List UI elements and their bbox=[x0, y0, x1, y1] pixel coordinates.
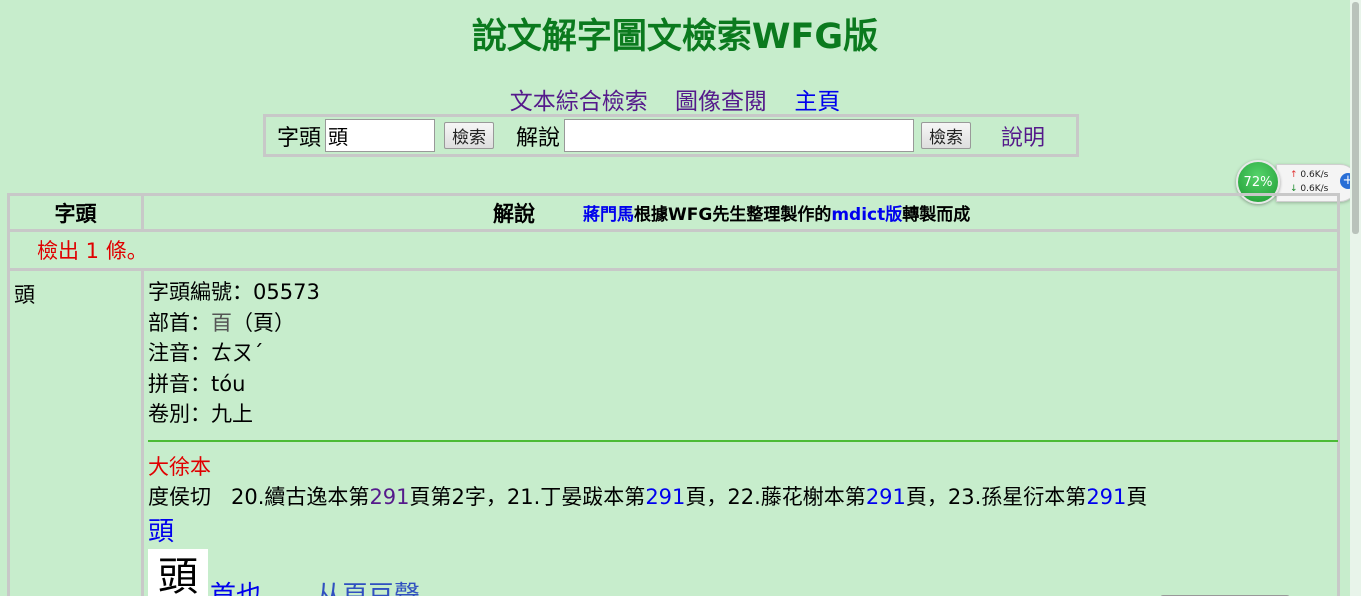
fanqie: 度侯切 bbox=[148, 485, 211, 509]
credit-middle: 根據WFG先生整理製作的 bbox=[634, 205, 832, 225]
ref2-page-link[interactable]: 291 bbox=[645, 485, 685, 509]
arrow-up-icon: ↑ bbox=[1290, 170, 1298, 180]
nav-text-search-link[interactable]: 文本綜合檢索 bbox=[510, 89, 648, 115]
results-table: 字頭 解說 蔣門馬根據WFG先生整理製作的mdict版轉製而成 檢出 1 條。 … bbox=[7, 193, 1340, 596]
divider bbox=[148, 439, 1338, 442]
ref4-text: 23.孫星衍本第 bbox=[947, 485, 1087, 509]
credit-mdict-link[interactable]: mdict版 bbox=[831, 205, 902, 225]
top-navigation: 文本綜合檢索 圖像查閱 主頁 bbox=[0, 82, 1350, 116]
ref1-page-link[interactable]: 291 bbox=[369, 485, 409, 509]
entry-radical-line: 部首：𦣻（頁） bbox=[148, 308, 1337, 339]
ref2-suffix: 頁， bbox=[685, 485, 728, 509]
entry-explanation: 字頭編號：05573 部首：𦣻（頁） 注音：ㄊㄡˊ 拼音：tóu 卷別：九上 大… bbox=[144, 271, 1338, 596]
radical-label: 部首： bbox=[148, 310, 211, 335]
entry-volume-line: 卷別：九上 bbox=[148, 399, 1337, 430]
ref4-page-link[interactable]: 291 bbox=[1086, 485, 1126, 509]
credit-line: 蔣門馬根據WFG先生整理製作的mdict版轉製而成 bbox=[583, 200, 970, 225]
ref1-text: 20.續古逸本第 bbox=[231, 485, 370, 509]
pinyin-value: tóu bbox=[211, 371, 246, 396]
help-link[interactable]: 說明 bbox=[1001, 120, 1045, 152]
column-header-explanation: 解說 蔣門馬根據WFG先生整理製作的mdict版轉製而成 bbox=[144, 196, 1337, 232]
search-form: 字頭 檢索 解說 檢索 說明 bbox=[263, 114, 1079, 157]
head-search-input[interactable] bbox=[325, 119, 436, 152]
gloss-part2: 从頁豆聲。 bbox=[316, 580, 447, 596]
page: 說文解字圖文檢索WFG版 文本綜合檢索 圖像查閱 主頁 字頭 檢索 解說 檢索 … bbox=[0, 0, 1361, 596]
result-count: 檢出 1 條。 bbox=[10, 232, 1337, 271]
gloss-part1: 首也。 bbox=[210, 580, 289, 596]
entry-zhuyin-line: 注音：ㄊㄡˊ bbox=[148, 338, 1337, 369]
glyph-row: 頭首也。 从頁豆聲。 bbox=[148, 548, 1337, 596]
code-value: 05573 bbox=[253, 280, 320, 304]
explanation-search-label: 解說 bbox=[516, 125, 561, 151]
radical-paren: （頁） bbox=[232, 310, 295, 335]
upload-speed-value: 0.6K/s bbox=[1300, 170, 1329, 180]
head-search-label: 字頭 bbox=[277, 125, 322, 151]
references-line: 度侯切 20.續古逸本第291頁第2字，21.丁晏跋本第291頁，22.藤花榭本… bbox=[148, 482, 1337, 513]
nav-home-link[interactable]: 主頁 bbox=[794, 89, 840, 115]
ref2-text: 21.丁晏跋本第 bbox=[506, 485, 646, 509]
nav-image-browse-link[interactable]: 圖像查閱 bbox=[675, 89, 767, 115]
column-header-explanation-label: 解說 bbox=[493, 201, 535, 226]
vertical-scrollbar[interactable] bbox=[1350, 0, 1361, 596]
zhuyin-label: 注音： bbox=[148, 341, 211, 365]
gloss-text: 首也。 从頁豆聲。 bbox=[210, 575, 446, 596]
code-label: 字頭編號： bbox=[148, 280, 253, 304]
ref3-page-link[interactable]: 291 bbox=[866, 485, 906, 509]
credit-end: 轉製而成 bbox=[902, 205, 971, 225]
upload-speed: ↑ 0.6K/s bbox=[1290, 170, 1338, 180]
entry-head-char: 頭 bbox=[10, 271, 144, 596]
head-char-link[interactable]: 頭 bbox=[148, 515, 1337, 549]
credit-author-link[interactable]: 蔣門馬 bbox=[583, 205, 634, 225]
explanation-search-button[interactable]: 檢索 bbox=[921, 122, 972, 149]
head-search-button[interactable]: 檢索 bbox=[444, 122, 495, 149]
column-header-head: 字頭 bbox=[10, 196, 144, 232]
ref3-text: 22.藤花榭本第 bbox=[727, 485, 866, 509]
volume-value: 九上 bbox=[211, 402, 253, 426]
volume-label: 卷別： bbox=[148, 402, 211, 426]
explanation-search-input[interactable] bbox=[564, 119, 915, 152]
entry-pinyin-line: 拼音：tóu bbox=[148, 369, 1337, 400]
radical-value: 𦣻 bbox=[211, 310, 232, 335]
pinyin-label: 拼音： bbox=[148, 371, 211, 396]
ref1-suffix: 頁第2字， bbox=[409, 485, 507, 509]
zhuyin-value: ㄊㄡˊ bbox=[211, 341, 264, 365]
seal-glyph-image: 頭 bbox=[148, 548, 208, 596]
ref4-suffix: 頁 bbox=[1126, 485, 1148, 509]
edition-label: 大徐本 bbox=[148, 454, 211, 479]
entry-code-line: 字頭編號：05573 bbox=[148, 277, 1337, 308]
page-title: 說文解字圖文檢索WFG版 bbox=[471, 17, 879, 57]
scrollbar-thumb[interactable] bbox=[1352, 2, 1359, 234]
ref3-suffix: 頁， bbox=[905, 485, 948, 509]
